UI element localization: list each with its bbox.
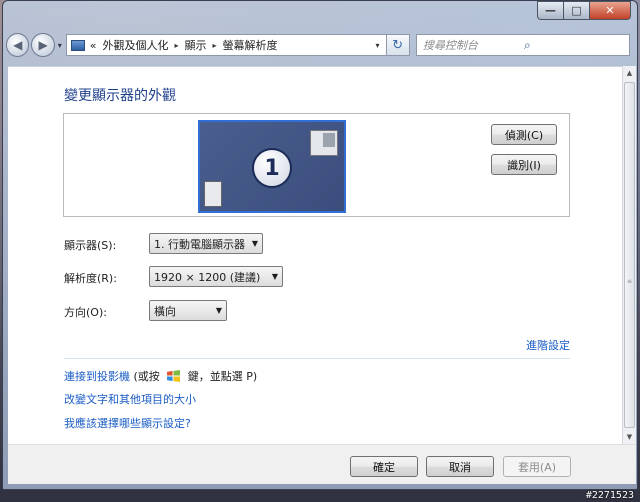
dialog-button-bar: 確定 取消 套用(A) xyxy=(8,444,636,484)
cancel-button[interactable]: 取消 xyxy=(426,456,494,477)
resolution-select-value: 1920 × 1200 (建議) xyxy=(154,270,261,284)
resolution-select[interactable]: 1920 × 1200 (建議) ▼ xyxy=(149,266,283,287)
back-button[interactable]: ◀ xyxy=(6,33,30,57)
page-title: 變更顯示器的外觀 xyxy=(64,88,176,104)
address-bar[interactable]: « 外觀及個人化 ▸ 顯示 ▸ 螢幕解析度 ▾ xyxy=(65,34,387,56)
connect-projector-link[interactable]: 連接到投影機 xyxy=(64,370,130,383)
chevron-down-icon: ▼ xyxy=(271,272,279,281)
projector-hint-text: 鍵，並點選 P) xyxy=(187,370,258,383)
refresh-icon[interactable]: ↻ xyxy=(386,34,410,56)
chevron-down-icon: ▼ xyxy=(251,239,259,248)
windows-logo-icon xyxy=(167,370,181,382)
text-size-link[interactable]: 改變文字和其他項目的大小 xyxy=(64,391,196,407)
image-watermark: #2271523 xyxy=(585,490,634,501)
monitor-number-badge: 1 xyxy=(252,148,292,188)
content-pane: 變更顯示器的外觀 1 偵測(C) 識別(I) 顯示器(S): 1. 行動電腦顯示… xyxy=(8,66,622,444)
advanced-settings-link[interactable]: 進階設定 xyxy=(526,337,570,353)
projector-hint-text: (或按 xyxy=(133,370,160,383)
display-preview: 1 偵測(C) 識別(I) xyxy=(63,113,570,217)
window-thumbnail-icon xyxy=(310,130,338,156)
chevron-down-icon: ▼ xyxy=(215,306,223,315)
breadcrumb-appearance[interactable]: 外觀及個人化 xyxy=(103,37,169,53)
search-icon[interactable]: ⌕ xyxy=(524,38,625,53)
close-button[interactable]: ✕ xyxy=(589,1,631,20)
divider xyxy=(64,358,570,359)
display-settings-help-link[interactable]: 我應該選擇哪些顯示設定? xyxy=(64,415,191,431)
orientation-select[interactable]: 橫向 ▼ xyxy=(149,300,227,321)
breadcrumb-overflow[interactable]: « xyxy=(90,39,97,52)
display-select-value: 1. 行動電腦顯示器 xyxy=(154,237,245,251)
orientation-label: 方向(O): xyxy=(64,306,107,319)
maximize-button[interactable]: □ xyxy=(563,1,589,20)
resolution-label: 解析度(R): xyxy=(64,272,117,285)
navigation-bar: ◀ ▶ ▾ « 外觀及個人化 ▸ 顯示 ▸ 螢幕解析度 ▾ ↻ 搜尋控制台 ⌕ xyxy=(6,32,630,58)
vertical-scrollbar[interactable]: ▲ ≡ ▼ xyxy=(622,66,636,444)
minimize-button[interactable]: — xyxy=(537,1,563,20)
breadcrumb-separator[interactable]: ▸ xyxy=(213,41,217,50)
display-label: 顯示器(S): xyxy=(64,239,117,252)
search-placeholder: 搜尋控制台 xyxy=(422,39,478,52)
apply-button[interactable]: 套用(A) xyxy=(503,456,571,477)
monitor-1-thumbnail[interactable]: 1 xyxy=(198,120,346,213)
breadcrumb-display[interactable]: 顯示 xyxy=(185,37,207,53)
forward-button[interactable]: ▶ xyxy=(31,33,55,57)
control-panel-icon xyxy=(70,39,85,51)
ok-button[interactable]: 確定 xyxy=(350,456,418,477)
scrollbar-thumb[interactable]: ≡ xyxy=(624,82,635,428)
identify-button[interactable]: 識別(I) xyxy=(491,154,557,175)
search-input[interactable]: 搜尋控制台 ⌕ xyxy=(415,34,630,56)
orientation-select-value: 橫向 xyxy=(154,304,176,318)
projector-row: 連接到投影機 (或按 鍵，並點選 P) xyxy=(64,368,257,384)
display-select[interactable]: 1. 行動電腦顯示器 ▼ xyxy=(149,233,263,254)
window-thumbnail-icon xyxy=(204,181,222,207)
grip-icon: ≡ xyxy=(627,278,633,285)
scroll-down-icon[interactable]: ▼ xyxy=(623,430,636,444)
breadcrumb-screen-resolution[interactable]: 螢幕解析度 xyxy=(223,37,278,53)
address-dropdown-icon[interactable]: ▾ xyxy=(370,35,386,55)
detect-button[interactable]: 偵測(C) xyxy=(491,124,557,145)
recent-pages-dropdown[interactable]: ▾ xyxy=(58,41,62,50)
breadcrumb-separator[interactable]: ▸ xyxy=(175,41,179,50)
scroll-up-icon[interactable]: ▲ xyxy=(623,66,636,80)
window-caption-buttons: — □ ✕ xyxy=(537,1,631,21)
